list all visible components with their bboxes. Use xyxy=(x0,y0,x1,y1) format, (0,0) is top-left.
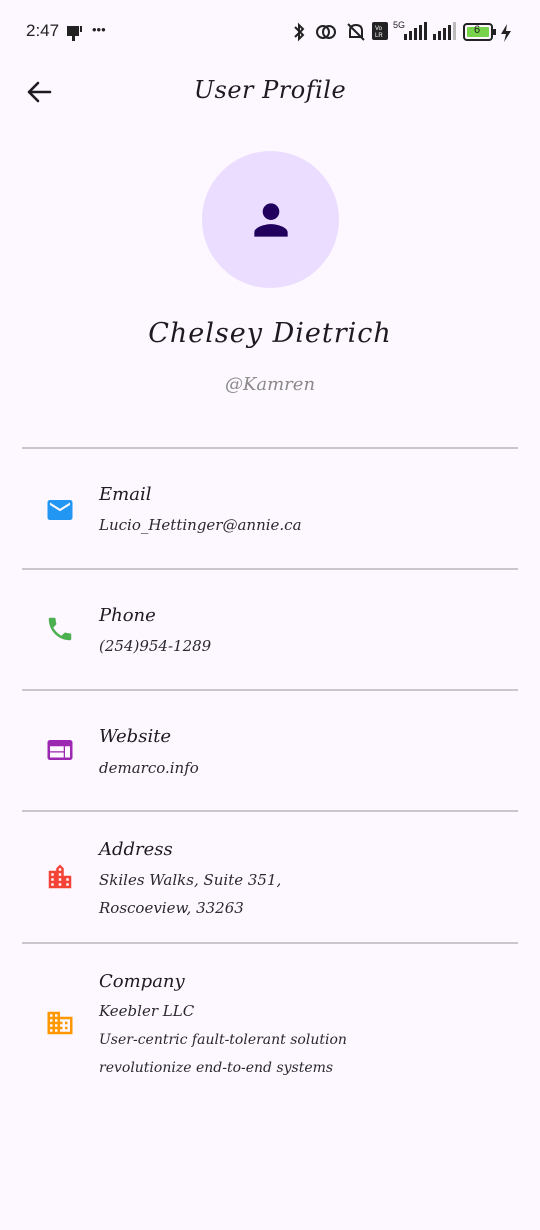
divider xyxy=(22,810,518,812)
divider xyxy=(22,942,518,944)
company-catch-phrase: User-centric fault-tolerant solution xyxy=(99,1032,347,1048)
svg-text:Vo: Vo xyxy=(375,26,383,32)
phone-icon xyxy=(44,613,76,645)
overflow-icon: ••• xyxy=(92,22,106,37)
location-city-icon xyxy=(44,861,76,893)
mute-icon xyxy=(347,23,365,41)
website-value: demarco.info xyxy=(99,759,199,777)
business-icon xyxy=(44,1007,76,1039)
phone-label: Phone xyxy=(99,605,156,626)
email-value: Lucio_Hettinger@annie.ca xyxy=(99,516,302,534)
divider xyxy=(22,447,518,449)
person-icon xyxy=(253,202,288,237)
company-name: Keebler LLC xyxy=(99,1002,195,1020)
email-label: Email xyxy=(99,484,152,505)
avatar xyxy=(202,151,339,288)
company-label: Company xyxy=(99,971,185,992)
address-line2: Roscoeview, 33263 xyxy=(99,899,244,917)
app-bar: User Profile xyxy=(0,62,540,122)
signal-2-icon xyxy=(433,22,456,40)
website-label: Website xyxy=(99,726,172,747)
signal-icon xyxy=(404,22,427,40)
user-handle: @Kamren xyxy=(224,374,316,395)
page-title: User Profile xyxy=(193,76,347,104)
email-icon xyxy=(44,494,76,526)
svg-text:LR: LR xyxy=(375,33,383,39)
address-label: Address xyxy=(99,839,173,860)
charging-icon xyxy=(501,24,511,42)
volte-icon: Vo LR xyxy=(372,22,388,40)
user-name: Chelsey Dietrich xyxy=(148,318,392,349)
status-time: 2:47 xyxy=(26,21,60,40)
address-line1: Skiles Walks, Suite 351, xyxy=(99,871,282,889)
phone-value: (254)954-1289 xyxy=(99,637,212,655)
status-bar: 2:47 ••• Vo LR 5G 6 xyxy=(0,0,540,62)
battery-level: 6 xyxy=(474,24,481,36)
company-bs: revolutionize end-to-end systems xyxy=(99,1060,334,1076)
divider xyxy=(22,568,518,570)
bluetooth-icon xyxy=(294,22,305,42)
web-icon xyxy=(44,734,76,766)
link-icon xyxy=(316,25,336,39)
divider xyxy=(22,689,518,691)
notification-icon xyxy=(67,26,82,41)
